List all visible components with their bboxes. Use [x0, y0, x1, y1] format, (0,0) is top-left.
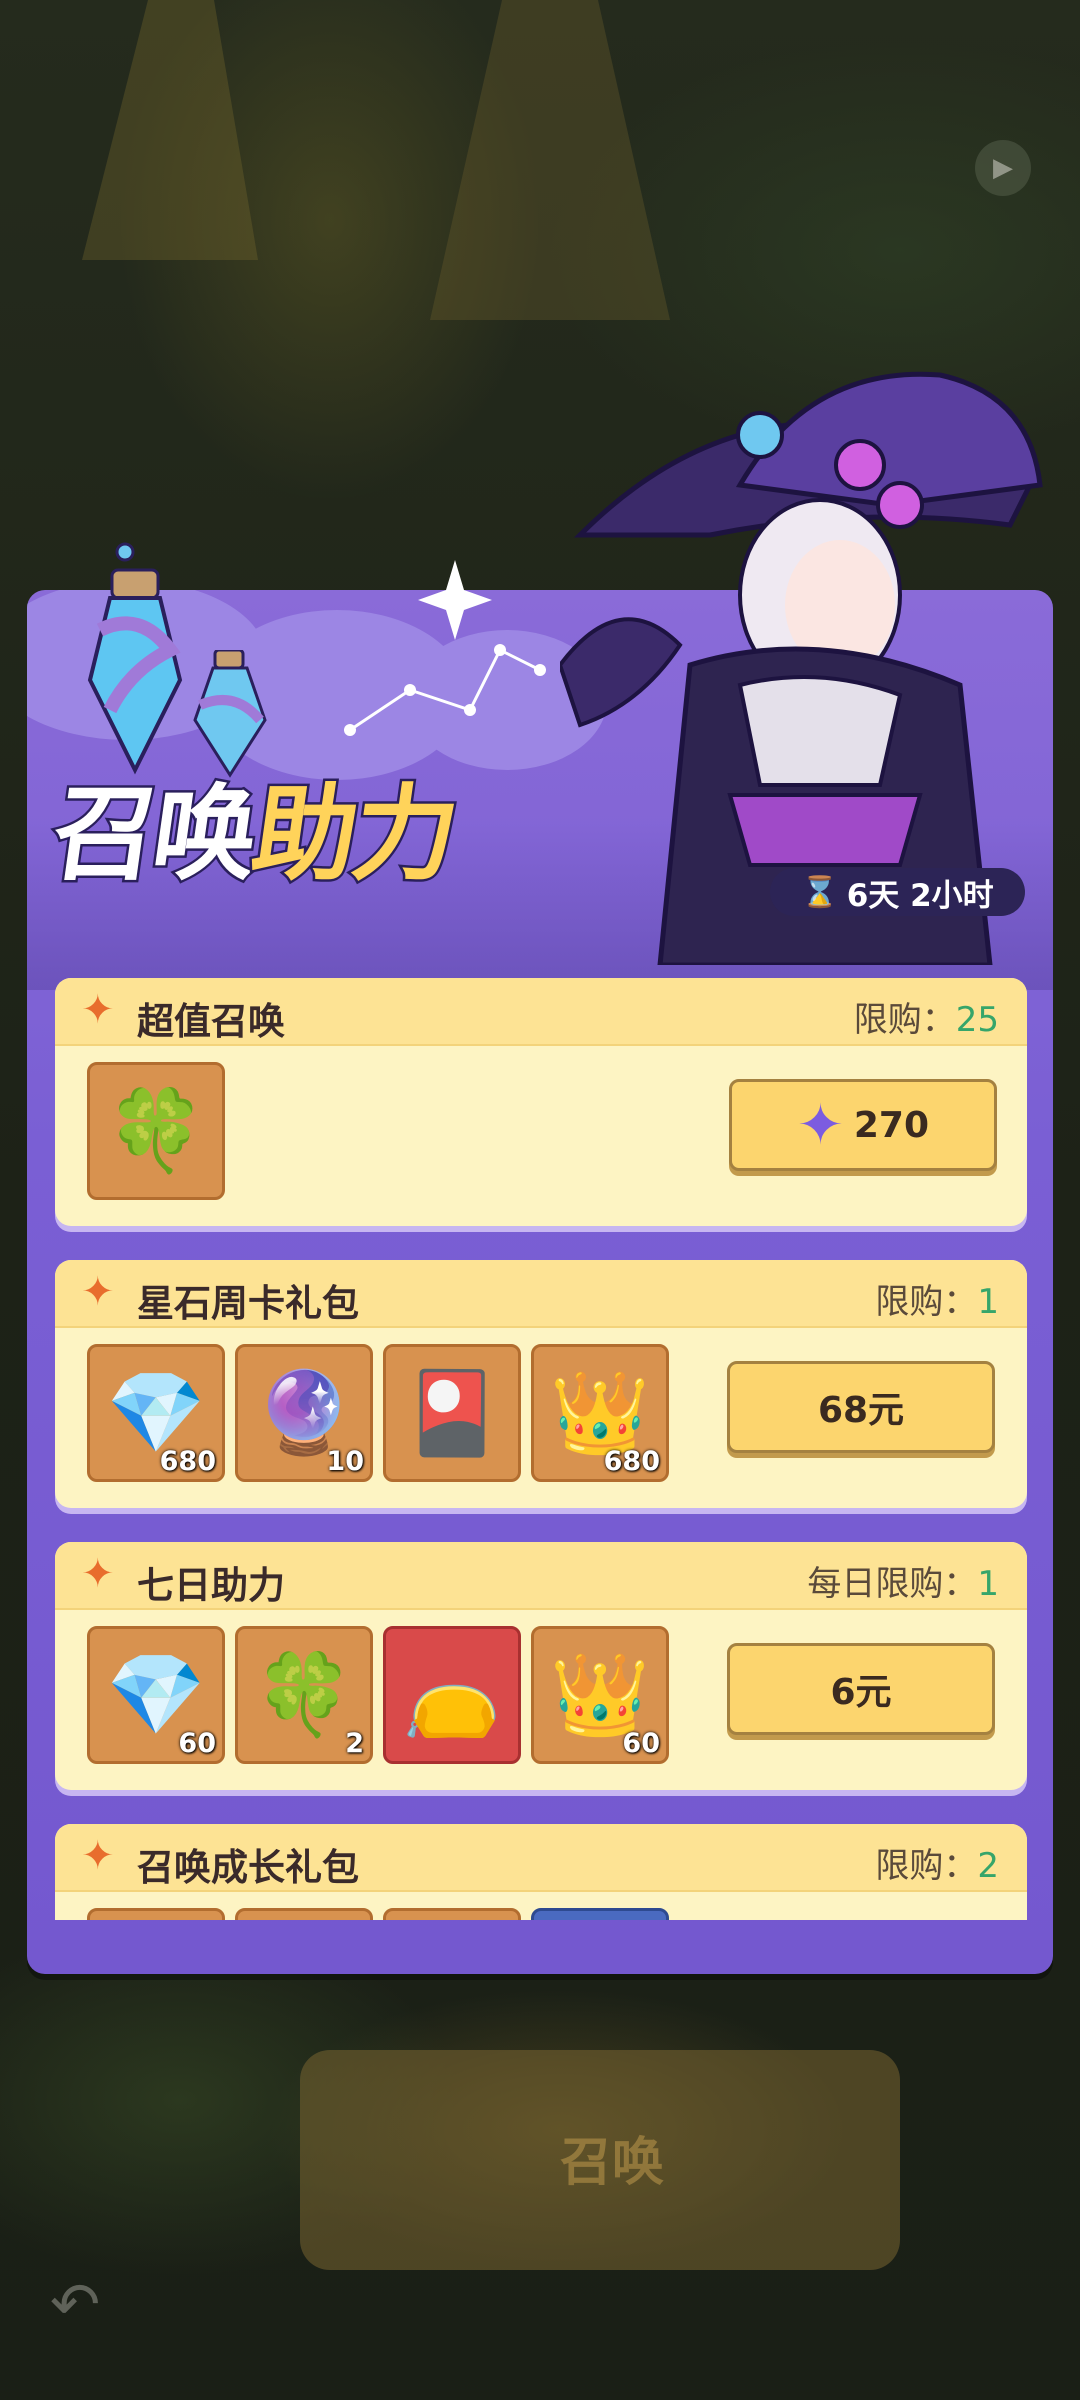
price-label: 270	[853, 1104, 930, 1146]
background-summon-text: 召唤	[560, 2133, 665, 2193]
summon-orb-icon: 🔮	[254, 1366, 354, 1459]
pack-title: 召唤成长礼包	[137, 1846, 359, 1889]
star-gem-icon: 💎	[106, 1366, 206, 1459]
price-label: 68元	[817, 1390, 905, 1431]
purchase-limit: 限购：1	[875, 1282, 999, 1322]
background-tree	[82, 0, 258, 260]
pack-title: 星石周卡礼包	[137, 1282, 359, 1325]
buy-button[interactable]: ✦ 270	[729, 1079, 997, 1171]
pack-card: ✦ 七日助力 每日限购：1 💎 60 🍀 2 👝 👑 60 6元	[55, 1542, 1027, 1790]
reward-item[interactable]: 🎴	[383, 1344, 521, 1482]
sparkle-icon: ✦	[81, 1269, 115, 1315]
sparkle-icon: ✦	[81, 1833, 115, 1879]
buy-button[interactable]: 68元	[727, 1361, 995, 1453]
buy-button[interactable]: 6元	[727, 1643, 995, 1735]
pack-title: 七日助力	[137, 1564, 285, 1607]
item-quantity: 680	[159, 1446, 216, 1477]
pack-card-header: ✦ 七日助力 每日限购：1	[55, 1542, 1027, 1610]
pack-card: ✦ 星石周卡礼包 限购：1 💎 680 🔮 10 🎴 👑 680 68元	[55, 1260, 1027, 1508]
reward-item[interactable]	[531, 1908, 669, 1920]
timer-text: 6天 2小时	[846, 877, 994, 914]
pack-card: ✦ 召唤成长礼包 限购：2	[55, 1824, 1027, 1920]
reward-item[interactable]: 💎 60	[87, 1626, 225, 1764]
reward-item[interactable]: 🍀	[87, 1062, 225, 1200]
purchase-limit: 限购：25	[853, 1000, 999, 1040]
treasure-bag-icon: 👝	[402, 1648, 502, 1741]
potion-icon	[87, 542, 183, 775]
reward-item[interactable]: 💎 680	[87, 1344, 225, 1482]
pack-card-header: ✦ 召唤成长礼包 限购：2	[55, 1824, 1027, 1892]
pack-card-header: ✦ 星石周卡礼包 限购：1	[55, 1260, 1027, 1328]
four-leaf-clover-icon: 🍀	[106, 1084, 206, 1177]
crown-icon: 👑	[550, 1366, 650, 1459]
reward-item[interactable]: 👝	[383, 1626, 521, 1764]
reward-item[interactable]: 🔮 10	[235, 1344, 373, 1482]
item-quantity: 60	[178, 1728, 216, 1759]
back-arrow-icon: ↶	[50, 2270, 101, 2340]
star-gem-icon: 💎	[106, 1648, 206, 1741]
item-quantity: 10	[326, 1446, 364, 1477]
sparkle-icon: ✦	[81, 987, 115, 1033]
reward-item[interactable]	[383, 1908, 521, 1920]
item-quantity: 680	[603, 1446, 660, 1477]
reward-item[interactable]	[235, 1908, 373, 1920]
pack-title: 超值召唤	[137, 1000, 285, 1043]
event-title-part-a: 召唤	[43, 771, 265, 898]
item-quantity: 60	[622, 1728, 660, 1759]
sparkle-icon: ✦	[81, 1551, 115, 1597]
pack-card-header: ✦ 超值召唤 限购：25	[55, 978, 1027, 1046]
four-leaf-clover-icon: 🍀	[254, 1648, 354, 1741]
reward-item[interactable]: 👑 60	[531, 1626, 669, 1764]
reward-item[interactable]: 👑 680	[531, 1344, 669, 1482]
hourglass-icon: ⌛	[801, 874, 839, 910]
event-title: 召唤 助力	[43, 750, 465, 900]
event-timer: ⌛ 6天 2小时	[770, 868, 1025, 916]
price-label: 6元	[830, 1672, 892, 1713]
event-title-part-b: 助力	[243, 771, 465, 898]
pack-card: ✦ 超值召唤 限购：25 🍀 ✦ 270	[55, 978, 1027, 1226]
card-icon: 🎴	[402, 1366, 502, 1459]
star-gem-icon: ✦	[796, 1092, 844, 1158]
background-tree	[430, 0, 670, 320]
purchase-limit: 限购：2	[875, 1846, 999, 1886]
reward-item[interactable]: 🍀 2	[235, 1626, 373, 1764]
purchase-limit: 每日限购：1	[807, 1564, 999, 1604]
item-quantity: 2	[345, 1728, 364, 1759]
play-icon: ▶	[975, 140, 1031, 196]
crown-icon: 👑	[550, 1648, 650, 1741]
reward-item[interactable]	[87, 1908, 225, 1920]
